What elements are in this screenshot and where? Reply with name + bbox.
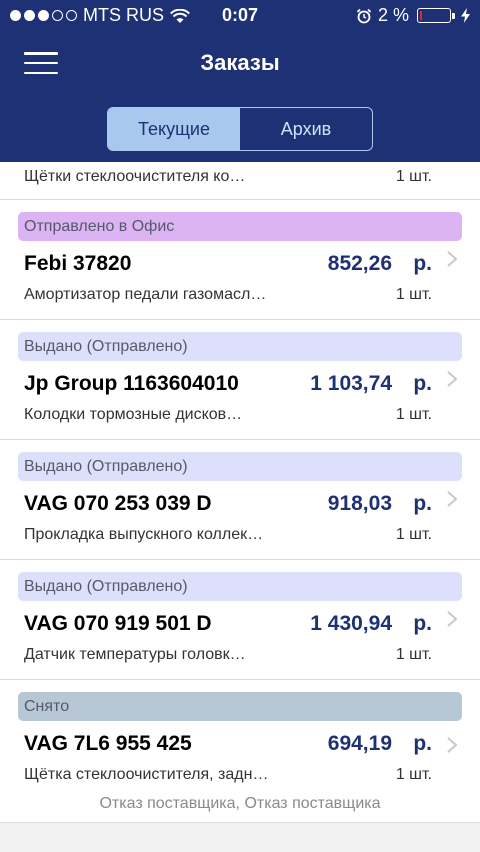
item-description: Колодки тормозные дисков… — [24, 406, 243, 423]
nav-header: MTS RUS 0:07 2 % Заказы Текущие Архив — [0, 0, 480, 162]
chevron-right-icon — [447, 611, 458, 627]
part-number: Jp Group 1163604010 — [24, 372, 239, 395]
status-bar: MTS RUS 0:07 2 % — [0, 0, 480, 32]
item-quantity: 1 шт. — [395, 286, 432, 303]
item-description: Амортизатор педали газомасл… — [24, 286, 267, 303]
order-card[interactable]: Выдано (Отправлено) Jp Group 1163604010 … — [0, 320, 480, 440]
chevron-right-icon — [447, 737, 458, 753]
part-number: VAG 7L6 955 425 — [24, 732, 192, 755]
item-description: Щётки стеклоочистителя ко… — [24, 168, 246, 185]
chevron-right-icon — [447, 491, 458, 507]
status-badge: Отправлено в Офис — [18, 212, 462, 241]
item-description: Датчик температуры головк… — [24, 646, 246, 663]
status-badge: Снято — [18, 692, 462, 721]
part-number: VAG 070 919 501 D — [24, 612, 212, 635]
item-quantity: 1 шт. — [395, 646, 432, 663]
currency-label: р. — [413, 732, 432, 755]
orders-segmented-control: Текущие Архив — [107, 107, 373, 151]
cancel-reason: Отказ поставщика, Отказ поставщика — [99, 795, 381, 812]
order-price: 1 430,94 — [310, 612, 392, 635]
item-description: Прокладка выпускного коллек… — [24, 526, 264, 543]
tab-current[interactable]: Текущие — [108, 108, 240, 150]
status-right: 2 % — [356, 5, 470, 26]
status-badge: Выдано (Отправлено) — [18, 572, 462, 601]
charging-bolt-icon — [461, 8, 470, 23]
currency-label: р. — [413, 252, 432, 275]
orders-list[interactable]: Щётки стеклоочистителя ко… 1 шт. Отправл… — [0, 162, 480, 822]
tab-archive[interactable]: Архив — [240, 108, 372, 150]
item-quantity: 1 шт. — [395, 168, 432, 185]
status-badge: Выдано (Отправлено) — [18, 332, 462, 361]
order-price: 918,03 — [327, 492, 392, 515]
currency-label: р. — [413, 372, 432, 395]
order-card[interactable]: Выдано (Отправлено) VAG 070 919 501 D 1 … — [0, 560, 480, 680]
chevron-right-icon — [447, 371, 458, 387]
order-card[interactable]: Выдано (Отправлено) VAG 070 253 039 D 91… — [0, 440, 480, 560]
order-price: 1 103,74 — [310, 372, 392, 395]
battery-icon — [417, 8, 455, 23]
currency-label: р. — [413, 612, 432, 635]
page-title: Заказы — [200, 50, 280, 75]
item-quantity: 1 шт. — [395, 766, 432, 783]
item-quantity: 1 шт. — [395, 526, 432, 543]
status-badge: Выдано (Отправлено) — [18, 452, 462, 481]
part-number: VAG 070 253 039 D — [24, 492, 212, 515]
order-card[interactable]: Отправлено в Офис Febi 37820 852,26 р. А… — [0, 200, 480, 320]
list-item[interactable]: Щётки стеклоочистителя ко… 1 шт. — [0, 162, 480, 200]
bottom-toolbar — [0, 822, 480, 852]
item-description: Щётка стеклоочистителя, задн… — [24, 766, 269, 783]
currency-label: р. — [413, 492, 432, 515]
battery-percent: 2 % — [377, 5, 409, 25]
order-price: 852,26 — [327, 252, 392, 275]
item-quantity: 1 шт. — [395, 406, 432, 423]
chevron-right-icon — [447, 251, 458, 267]
order-price: 694,19 — [327, 732, 392, 755]
part-number: Febi 37820 — [24, 252, 132, 275]
order-card[interactable]: Снято VAG 7L6 955 425 694,19 р. Щётка ст… — [0, 680, 480, 822]
alarm-clock-icon — [356, 8, 372, 24]
